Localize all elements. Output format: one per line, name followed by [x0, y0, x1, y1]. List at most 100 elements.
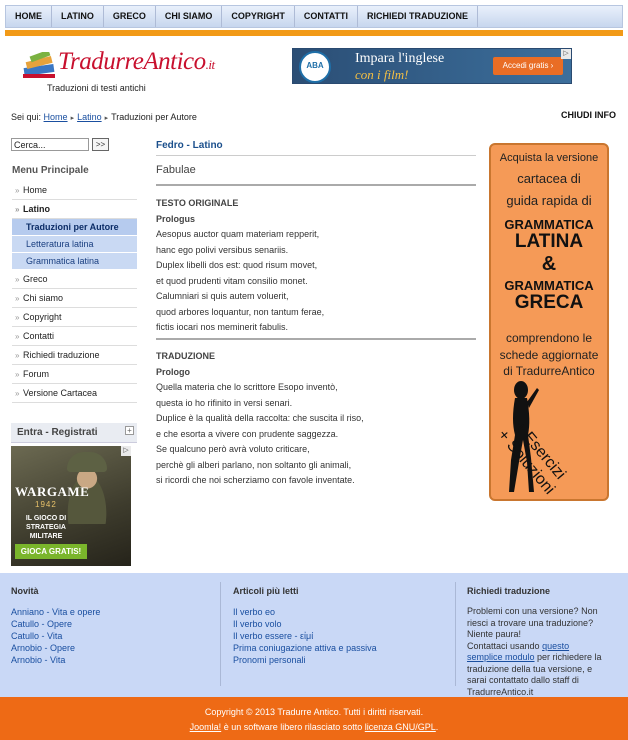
- menu-item-contatti[interactable]: Contatti: [12, 327, 137, 346]
- footer-request-column: Richiedi traduzione Problemi con una ver…: [467, 586, 607, 698]
- footer-request-paragraph: Problemi con una versione? Non riesci a …: [467, 606, 598, 639]
- banner-text: guida rapida di: [506, 193, 592, 208]
- verse-line: perchè gli alberi parlano, non soltanto …: [156, 459, 352, 470]
- joomla-link[interactable]: Joomla!: [190, 722, 222, 732]
- submenu-item-traduzioni-per-autore[interactable]: Traduzioni per Autore: [12, 219, 137, 236]
- close-info-button[interactable]: CHIUDI INFO: [561, 110, 616, 120]
- books-logo-icon: [23, 52, 55, 78]
- footer-news-title: Novità: [11, 586, 39, 596]
- submenu-item-letteratura-latina[interactable]: Letteratura latina: [12, 236, 137, 253]
- login-register-box[interactable]: Entra - Registrati +: [11, 423, 137, 443]
- search-button[interactable]: >>: [92, 138, 109, 151]
- gpl-license-link[interactable]: licenza GNU/GPL: [365, 722, 436, 732]
- banner-greek: GRECA: [514, 292, 584, 313]
- ad-play-button[interactable]: GIOCA GRATIS!: [15, 544, 87, 559]
- nav-chi-siamo[interactable]: CHI SIAMO: [156, 6, 223, 27]
- breadcrumb-home-link[interactable]: Home: [44, 112, 68, 122]
- site-name: TradurreAntico.it: [58, 48, 215, 75]
- submenu-item-grammatica-latina[interactable]: Grammatica latina: [12, 253, 137, 270]
- search-input[interactable]: [11, 138, 89, 151]
- banner-text: schede aggiornate: [499, 348, 599, 362]
- menu-item-richiedi-traduzione[interactable]: Richiedi traduzione: [12, 346, 137, 365]
- original-text-heading: TESTO ORIGINALE: [156, 198, 239, 208]
- nav-copyright[interactable]: COPYRIGHT: [222, 6, 295, 27]
- banner-text: di TradurreAntico: [503, 364, 595, 378]
- helmet-illustration: [67, 452, 107, 472]
- footer-popular-link[interactable]: Il verbo essere - εἰμί: [233, 630, 377, 642]
- article-category[interactable]: Fedro - Latino: [156, 140, 223, 151]
- menu-item-forum[interactable]: Forum: [12, 365, 137, 384]
- verse-line: e che esorta a vivere con prudente sagge…: [156, 428, 339, 439]
- divider: [156, 155, 476, 156]
- nav-richiedi-traduzione[interactable]: RICHIEDI TRADUZIONE: [358, 6, 479, 27]
- site-tagline: Traduzioni di testi antichi: [47, 83, 146, 93]
- expand-plus-icon[interactable]: +: [125, 426, 134, 435]
- verse-line: et quod prudenti vitam consilio monet.: [156, 275, 308, 286]
- footer-popular-column: Articoli più letti Il verbo eo Il verbo …: [233, 586, 377, 666]
- nav-home[interactable]: HOME: [6, 6, 52, 27]
- ad-game-title: WARGAME: [15, 484, 90, 499]
- adchoices-icon[interactable]: ▷: [561, 49, 571, 59]
- verse-line: Aesopus auctor quam materiam repperit,: [156, 229, 320, 239]
- adchoices-icon[interactable]: ▷: [121, 446, 131, 456]
- nav-contatti[interactable]: CONTATTI: [295, 6, 359, 27]
- ad-headline: Impara l'inglese: [355, 51, 445, 66]
- banner-text: cartacea di: [517, 171, 581, 186]
- top-navigation: HOME LATINO GRECO CHI SIAMO COPYRIGHT CO…: [5, 5, 623, 28]
- site-logo[interactable]: TradurreAntico.it Traduzioni di testi an…: [20, 46, 215, 96]
- ad-cta-button[interactable]: Accedi gratis ›: [493, 57, 563, 75]
- translation-verses: Quella materia che lo scrittore Esopo in…: [156, 380, 364, 489]
- verse-line: questa io ho rifinito in versi senari.: [156, 397, 293, 408]
- footer-news-column: Novità Anniano - Vita e opere Catullo - …: [11, 586, 100, 666]
- breadcrumb: Sei qui: Home ▸ Latino ▸ Traduzioni per Auto…: [11, 112, 197, 122]
- advertisement-wargame[interactable]: WARGAME 1942 IL GIOCO DI STRATEGIA MILIT…: [11, 446, 131, 566]
- ad-subheadline: con i film!: [355, 67, 409, 82]
- translation-subheading: Prologo: [156, 367, 190, 377]
- copyright-text: Copyright © 2013 Tradurre Antico. Tutti …: [204, 707, 424, 717]
- ad-game-year: 1942: [35, 500, 57, 509]
- divider: [156, 338, 476, 340]
- header-divider-bar: [5, 30, 623, 36]
- printed-version-promo-banner[interactable]: Acquista la versione cartacea di guida r…: [489, 143, 609, 501]
- verse-line: si ricordi che noi scherziamo con favole…: [156, 475, 355, 485]
- main-menu: Home Latino Traduzioni per Autore Letter…: [12, 181, 137, 403]
- footer-news-link[interactable]: Arnobio - Opere: [11, 642, 100, 654]
- footer-popular-link[interactable]: Il verbo volo: [233, 618, 377, 630]
- breadcrumb-latino-link[interactable]: Latino: [77, 112, 102, 122]
- menu-item-latino[interactable]: Latino: [12, 200, 137, 219]
- breadcrumb-current: Traduzioni per Autore: [111, 112, 197, 122]
- verse-line: Duplice è la qualità della raccolta: che…: [156, 413, 364, 423]
- footer-popular-link[interactable]: Prima coniugazione attiva e passiva: [233, 642, 377, 654]
- footer-news-link[interactable]: Catullo - Opere: [11, 618, 100, 630]
- footer-divider: [455, 582, 456, 686]
- verse-line: Duplex libelli dos est: quod risum movet…: [156, 260, 318, 270]
- verse-line: Quella materia che lo scrittore Esopo in…: [156, 382, 338, 392]
- footer-news-link[interactable]: Arnobio - Vita: [11, 654, 100, 666]
- footer-request-text: Problemi con una versione? Non riesci a …: [467, 606, 607, 698]
- menu-item-chi-siamo[interactable]: Chi siamo: [12, 289, 137, 308]
- breadcrumb-separator-icon: ▸: [70, 115, 75, 122]
- menu-item-greco[interactable]: Greco: [12, 270, 137, 289]
- original-text-verses: Aesopus auctor quam materiam repperit, h…: [156, 227, 324, 336]
- footer-popular-link[interactable]: Pronomi personali: [233, 654, 377, 666]
- banner-text: Acquista la versione: [499, 152, 599, 164]
- advertisement-banner-top[interactable]: ABA Impara l'inglese con i film! Accedi …: [292, 48, 572, 84]
- menu-item-home[interactable]: Home: [12, 181, 137, 200]
- nav-latino[interactable]: LATINO: [52, 6, 104, 27]
- menu-item-copyright[interactable]: Copyright: [12, 308, 137, 327]
- footer-news-link[interactable]: Catullo - Vita: [11, 630, 100, 642]
- footer-news-link[interactable]: Anniano - Vita e opere: [11, 606, 100, 618]
- menu-item-versione-cartacea[interactable]: Versione Cartacea: [12, 384, 137, 403]
- footer-request-paragraph: Contattaci usando questo semplice modulo…: [467, 640, 602, 697]
- verse-line: fictis iocari nos meminerit fabulis.: [156, 322, 289, 332]
- original-text-subheading: Prologus: [156, 214, 196, 224]
- translation-heading: TRADUZIONE: [156, 351, 215, 361]
- footer-popular-link[interactable]: Il verbo eo: [233, 606, 377, 618]
- banner-grammar-greek: GRAMMATICA: [504, 278, 594, 293]
- divider: [156, 184, 476, 186]
- footer-divider: [220, 582, 221, 686]
- nav-greco[interactable]: GRECO: [104, 6, 156, 27]
- verse-line: Se qualcuno però avrà voluto criticare,: [156, 444, 310, 454]
- license-text: Joomla! è un software libero rilasciato …: [189, 722, 439, 732]
- footer-popular-title: Articoli più letti: [233, 586, 299, 596]
